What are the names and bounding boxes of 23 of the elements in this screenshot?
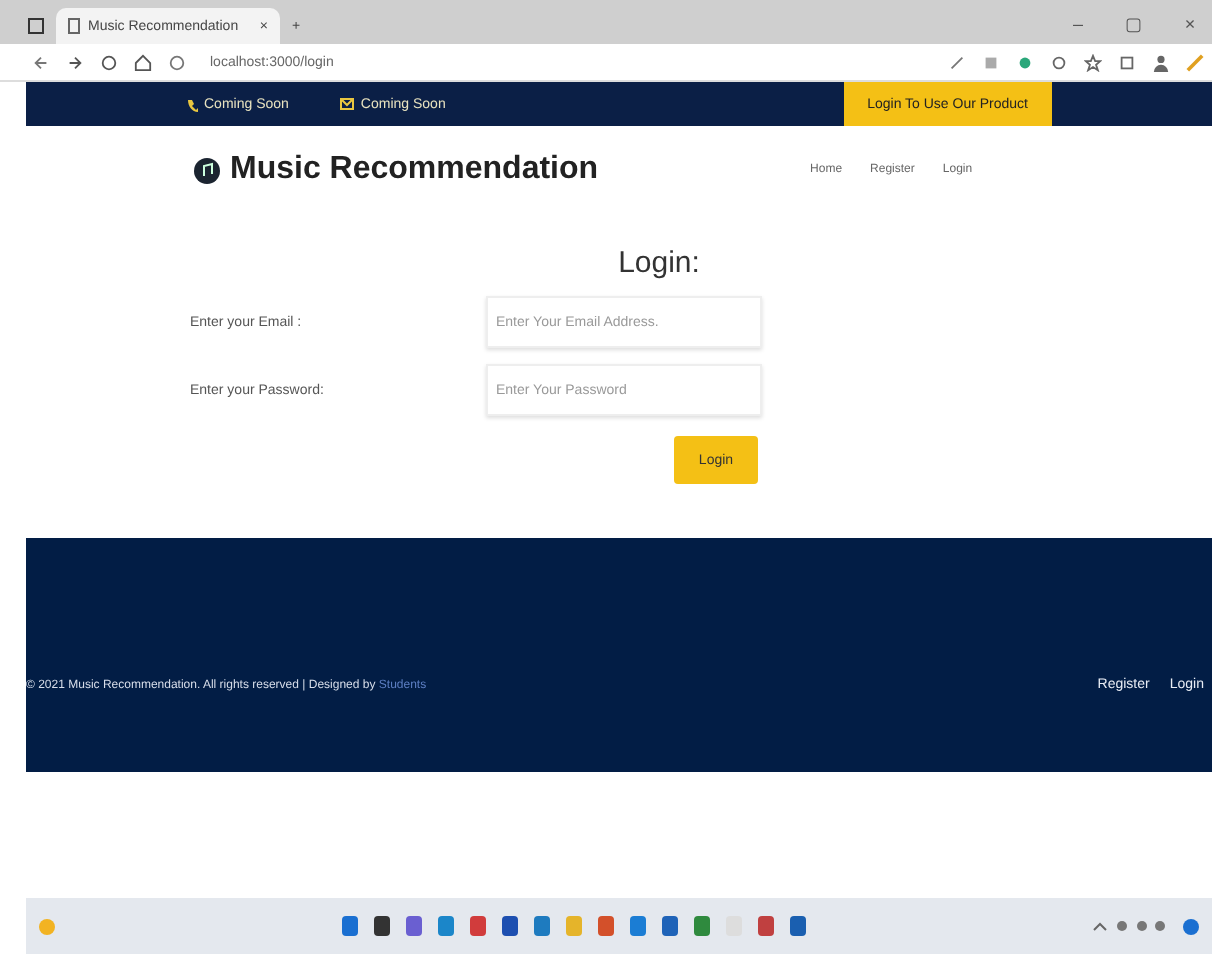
window-control-button[interactable]: ▢ [1112,4,1156,44]
mail-icon [340,98,355,110]
page-icon [68,18,80,34]
form-title: Login: [616,246,702,280]
logo-icon [194,157,220,183]
system-tray-icon[interactable] [1090,918,1170,934]
reload-icon[interactable] [100,53,118,71]
window-control-button[interactable]: – [1056,4,1100,44]
taskbar-app-icon[interactable] [659,914,679,938]
window-control-button[interactable]: × [1168,4,1212,44]
taskbar-app-icon[interactable] [371,914,391,938]
brand-title: Music Recommendation [230,152,599,188]
tab-actions-icon[interactable] [28,18,44,34]
taskbar-app-icon[interactable] [499,914,519,938]
home-icon[interactable] [134,53,152,71]
info-icon[interactable] [168,53,186,71]
back-icon[interactable] [32,53,50,71]
forward-icon[interactable] [66,53,84,71]
profile-icon[interactable] [1152,53,1170,71]
star-icon[interactable] [1084,53,1102,71]
notification-icon[interactable] [1182,917,1200,935]
taskbar-app-icon[interactable] [787,914,807,938]
phone-icon [186,97,198,111]
